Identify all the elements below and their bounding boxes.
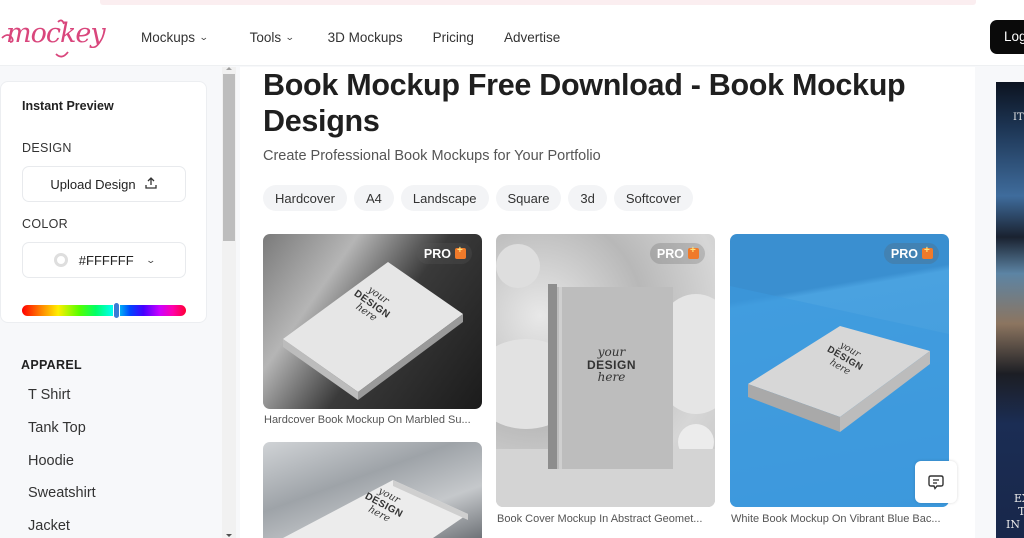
mockup-caption: White Book Mockup On Vibrant Blue Bac...	[731, 513, 941, 525]
tag-softcover[interactable]: Softcover	[613, 185, 693, 211]
main-nav: Mockups ⌄ Tools ⌄ 3D Mockups Pricing Adver…	[141, 8, 590, 66]
mockup-caption: Hardcover Book Mockup On Marbled Su...	[264, 414, 471, 426]
hue-slider-thumb[interactable]	[113, 302, 121, 319]
notification-bar	[100, 0, 976, 5]
crown-icon	[688, 245, 699, 259]
ad-text: T	[1018, 505, 1024, 518]
chevron-down-icon: ⌄	[198, 31, 209, 42]
tag-a4[interactable]: A4	[353, 185, 394, 211]
page-gutter	[975, 67, 996, 538]
crown-icon	[922, 245, 933, 259]
mockup-thumbnail: your DESIGN here PRO	[496, 234, 715, 507]
sidebar-scrollbar[interactable]	[222, 67, 236, 538]
nav-3d-mockups-label: 3D Mockups	[327, 29, 403, 45]
apparel-heading: APPAREL	[21, 358, 82, 372]
upload-design-label: Upload Design	[50, 176, 136, 192]
nav-mockups[interactable]: Mockups ⌄	[141, 29, 209, 45]
ad-text: IN	[1006, 518, 1020, 531]
mockup-card[interactable]: yourDESIGNhere PRO Hardcover Book Mockup…	[263, 234, 482, 434]
nav-advertise-label: Advertise	[503, 29, 561, 45]
mockup-caption: Book Cover Mockup In Abstract Geomet...	[497, 513, 703, 525]
apparel-item-hoodie[interactable]: Hoodie	[28, 453, 74, 469]
chat-icon	[928, 475, 944, 490]
sidebar: Instant Preview DESIGN Upload Design COL…	[0, 67, 222, 538]
mockup-card[interactable]: yourDESIGNhere PRO Book Cover Mockup In …	[496, 234, 715, 534]
pro-badge: PRO	[649, 243, 705, 264]
nav-3d-mockups[interactable]: 3D Mockups	[328, 30, 403, 45]
upload-design-button[interactable]: Upload Design	[22, 166, 186, 202]
scrollbar-thumb[interactable]	[223, 74, 235, 241]
color-dropdown[interactable]: #FFFFFF ⌄	[22, 242, 186, 278]
apparel-item-tank-top[interactable]: Tank Top	[28, 420, 86, 436]
design-label: DESIGN	[22, 141, 72, 155]
side-advertisement[interactable]: ITO EX T IN	[996, 82, 1024, 538]
tag-landscape[interactable]: Landscape	[400, 185, 489, 211]
browser-top-strip	[0, 0, 1024, 8]
mockey-logo[interactable]: mockey	[0, 16, 106, 60]
page-title: Book Mockup Free Download - Book Mockup …	[263, 68, 906, 138]
nav-advertise[interactable]: Advertise	[504, 30, 560, 45]
tag-3d[interactable]: 3d	[568, 185, 607, 211]
nav-pricing-label: Pricing	[432, 29, 474, 45]
ad-text: ITO	[1013, 112, 1024, 123]
ad-text: EX	[1014, 492, 1024, 505]
logo-text: mockey	[6, 18, 106, 49]
nav-mockups-label: Mockups	[141, 29, 196, 45]
book-cover-text: your DESIGN here	[587, 345, 637, 385]
chevron-down-icon: ⌄	[145, 254, 156, 265]
mockup-card[interactable]: your DESIGN here	[263, 442, 482, 538]
color-label: COLOR	[22, 217, 68, 231]
login-button[interactable]: Log	[990, 20, 1024, 54]
apparel-item-jacket[interactable]: Jacket	[28, 518, 70, 534]
crown-icon	[455, 245, 466, 259]
nav-tools[interactable]: Tools ⌄	[249, 29, 295, 45]
main-content: Book Mockup Free Download - Book Mockup …	[240, 67, 975, 538]
chevron-down-icon: ⌄	[284, 31, 295, 42]
color-swatch	[53, 253, 68, 267]
scroll-down-arrow[interactable]	[226, 534, 232, 537]
apparel-item-t-shirt[interactable]: T Shirt	[28, 387, 70, 403]
page-subtitle: Create Professional Book Mockups for You…	[263, 148, 601, 164]
color-value: #FFFFFF	[78, 252, 134, 268]
chat-button[interactable]	[915, 461, 957, 503]
tag-square[interactable]: Square	[495, 185, 562, 211]
pro-badge: PRO	[883, 243, 939, 264]
instant-preview-title: Instant Preview	[22, 99, 114, 113]
instant-preview-panel: Instant Preview DESIGN Upload Design COL…	[0, 81, 207, 323]
mockup-thumbnail: your DESIGN here	[263, 442, 482, 538]
pro-badge: PRO	[416, 243, 472, 264]
mockup-thumbnail: your DESIGN here PRO	[263, 234, 482, 409]
upload-icon	[144, 176, 158, 193]
nav-tools-label: Tools	[249, 29, 282, 45]
site-header: mockey Mockups ⌄ Tools ⌄ 3D Mockups Pricin…	[0, 8, 1024, 66]
tag-filter-list: Hardcover A4 Landscape Square 3d Softcov…	[263, 185, 700, 211]
scroll-up-arrow[interactable]	[226, 67, 232, 70]
tag-hardcover[interactable]: Hardcover	[263, 185, 347, 211]
nav-pricing[interactable]: Pricing	[433, 30, 474, 45]
apparel-item-sweatshirt[interactable]: Sweatshirt	[28, 485, 96, 501]
hue-slider[interactable]	[22, 302, 186, 319]
